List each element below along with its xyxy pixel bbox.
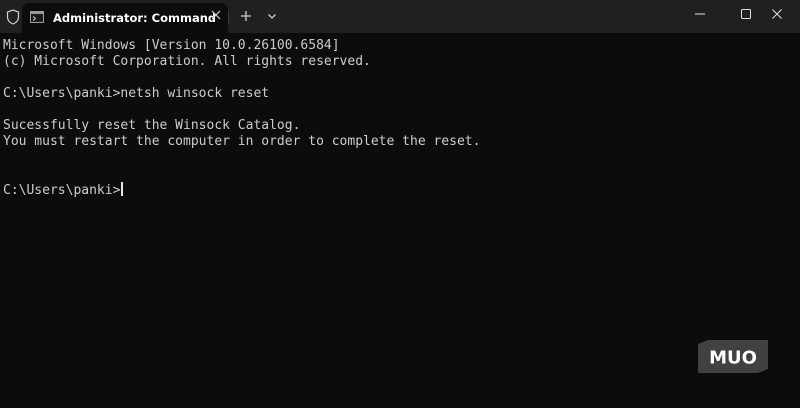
terminal-window: Administrator: Command Pro	[0, 0, 800, 408]
maximize-icon	[741, 9, 751, 19]
terminal-icon	[30, 11, 44, 23]
title-bar[interactable]: Administrator: Command Pro	[0, 0, 800, 33]
minimize-icon	[695, 13, 705, 15]
minimize-button[interactable]	[677, 0, 723, 28]
tab-title: Administrator: Command Pro	[53, 11, 215, 25]
terminal-output[interactable]: Microsoft Windows [Version 10.0.26100.65…	[3, 38, 793, 198]
prompt-line[interactable]: C:\Users\panki>	[3, 182, 793, 198]
close-icon	[772, 9, 782, 19]
output-line: You must restart the computer in order t…	[3, 134, 481, 149]
watermark-text: MUO	[709, 348, 757, 369]
tab-separator	[228, 10, 229, 24]
tab-command-prompt[interactable]: Administrator: Command Pro	[22, 3, 228, 33]
output-line: Microsoft Windows [Version 10.0.26100.65…	[3, 38, 340, 53]
close-icon[interactable]	[209, 8, 223, 22]
command-line: C:\Users\panki>netsh winsock reset	[3, 86, 270, 101]
text-cursor	[121, 182, 124, 196]
output-line: Sucessfully reset the Winsock Catalog.	[3, 118, 301, 133]
output-line: (c) Microsoft Corporation. All rights re…	[3, 54, 371, 69]
plus-icon[interactable]	[239, 9, 253, 23]
prompt-text: C:\Users\panki>	[3, 183, 121, 198]
muo-logo: MUO	[698, 340, 768, 373]
chevron-down-icon[interactable]	[266, 10, 278, 22]
shield-icon	[6, 9, 20, 25]
close-window-button[interactable]	[754, 0, 800, 28]
